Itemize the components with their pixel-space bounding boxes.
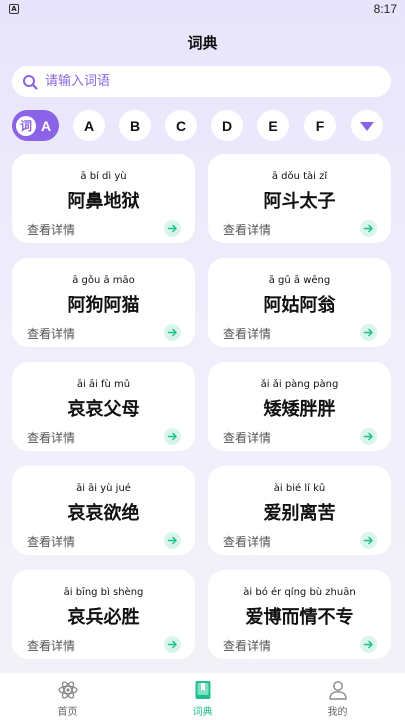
card-pinyin: ǎi ǎi pàng pàng <box>260 379 339 390</box>
arrow-right-icon[interactable] <box>164 636 181 653</box>
card-detail-link[interactable]: 查看详情 <box>223 221 271 238</box>
arrow-right-icon[interactable] <box>164 428 181 445</box>
word-card[interactable]: ài bó ér qíng bù zhuān 爱博而情不专 查看详情 <box>208 570 391 659</box>
bottom-nav: 首页 词典 我的 <box>0 673 405 720</box>
letter-selected-label: A <box>41 117 52 134</box>
arrow-right-icon[interactable] <box>360 532 377 549</box>
letter-button-f[interactable]: F <box>304 110 336 141</box>
status-time: 8:17 <box>373 2 397 16</box>
triangle-down-icon <box>360 121 374 131</box>
card-pinyin: ā gǒu ā māo <box>72 275 135 286</box>
word-card[interactable]: ā gū ā wēng 阿姑阿翁 查看详情 <box>208 258 391 347</box>
person-icon <box>328 681 347 700</box>
more-letters-button[interactable] <box>351 110 383 141</box>
card-pinyin: ā gū ā wēng <box>268 275 331 286</box>
word-card[interactable]: āi bīng bì shèng 哀兵必胜 查看详情 <box>12 570 195 659</box>
arrow-right-icon[interactable] <box>360 220 377 237</box>
word-card[interactable]: āi āi fù mǔ 哀哀父母 查看详情 <box>12 362 195 451</box>
card-detail-link[interactable]: 查看详情 <box>27 637 75 654</box>
letter-button-b[interactable]: B <box>119 110 151 141</box>
letter-button-c[interactable]: C <box>165 110 197 141</box>
card-pinyin: āi āi fù mǔ <box>76 379 131 390</box>
word-card[interactable]: ài bié lí kǔ 爱别离苦 查看详情 <box>208 466 391 555</box>
letter-button-d[interactable]: D <box>211 110 243 141</box>
nav-item-dictionary[interactable]: 词典 <box>135 673 270 720</box>
card-word: 阿鼻地狱 <box>67 191 140 212</box>
status-bar: A 8:17 <box>0 0 405 18</box>
nav-item-profile[interactable]: 我的 <box>270 673 405 720</box>
card-detail-link[interactable]: 查看详情 <box>27 325 75 342</box>
card-pinyin: āi bīng bì shèng <box>63 587 144 598</box>
nav-label-profile: 我的 <box>327 707 348 718</box>
arrow-right-icon[interactable] <box>360 636 377 653</box>
arrow-right-icon[interactable] <box>360 428 377 445</box>
card-detail-link[interactable]: 查看详情 <box>27 533 75 550</box>
word-card[interactable]: ǎi ǎi pàng pàng 矮矮胖胖 查看详情 <box>208 362 391 451</box>
letter-index-row: 词 A A B C D E F <box>12 110 393 142</box>
nav-label-dictionary: 词典 <box>192 707 213 718</box>
card-detail-link[interactable]: 查看详情 <box>27 429 75 446</box>
card-detail-link[interactable]: 查看详情 <box>223 429 271 446</box>
card-word: 爱博而情不专 <box>245 607 354 628</box>
arrow-right-icon[interactable] <box>360 324 377 341</box>
app-notification-icon: A <box>9 4 19 14</box>
card-pinyin: ài bó ér qíng bù zhuān <box>243 587 356 598</box>
search-input[interactable] <box>45 74 365 89</box>
card-word: 矮矮胖胖 <box>263 399 336 420</box>
arrow-right-icon[interactable] <box>164 220 181 237</box>
arrow-right-icon[interactable] <box>164 324 181 341</box>
nav-item-home[interactable]: 首页 <box>0 673 135 720</box>
ci-badge: 词 <box>16 115 36 136</box>
card-word: 阿狗阿猫 <box>67 295 140 316</box>
page-title: 词典 <box>187 34 218 52</box>
card-word: 阿斗太子 <box>263 191 336 212</box>
word-card[interactable]: āi āi yù jué 哀哀欲绝 查看详情 <box>12 466 195 555</box>
search-bar[interactable] <box>12 66 391 97</box>
card-word: 爱别离苦 <box>263 503 336 524</box>
letter-button-a[interactable]: A <box>73 110 105 141</box>
card-pinyin: ài bié lí kǔ <box>273 483 326 494</box>
book-icon <box>195 681 210 699</box>
word-card[interactable]: ā bí dì yù 阿鼻地狱 查看详情 <box>12 154 195 243</box>
card-word: 哀兵必胜 <box>67 607 140 628</box>
letter-selected-a[interactable]: 词 A <box>12 110 59 141</box>
atom-icon <box>57 681 78 699</box>
arrow-right-icon[interactable] <box>164 532 181 549</box>
card-pinyin: ā bí dì yù <box>80 171 127 182</box>
card-word: 哀哀欲绝 <box>67 503 140 524</box>
card-word: 阿姑阿翁 <box>263 295 336 316</box>
card-detail-link[interactable]: 查看详情 <box>223 637 271 654</box>
letter-button-e[interactable]: E <box>257 110 289 141</box>
word-card[interactable]: ā gǒu ā māo 阿狗阿猫 查看详情 <box>12 258 195 347</box>
card-word: 哀哀父母 <box>67 399 140 420</box>
card-pinyin: āi āi yù jué <box>76 483 131 494</box>
nav-label-home: 首页 <box>57 707 78 718</box>
card-detail-link[interactable]: 查看详情 <box>27 221 75 238</box>
card-detail-link[interactable]: 查看详情 <box>223 533 271 550</box>
search-icon <box>23 74 38 90</box>
card-detail-link[interactable]: 查看详情 <box>223 325 271 342</box>
word-card[interactable]: ā dǒu tài zǐ 阿斗太子 查看详情 <box>208 154 391 243</box>
card-pinyin: ā dǒu tài zǐ <box>271 171 328 182</box>
